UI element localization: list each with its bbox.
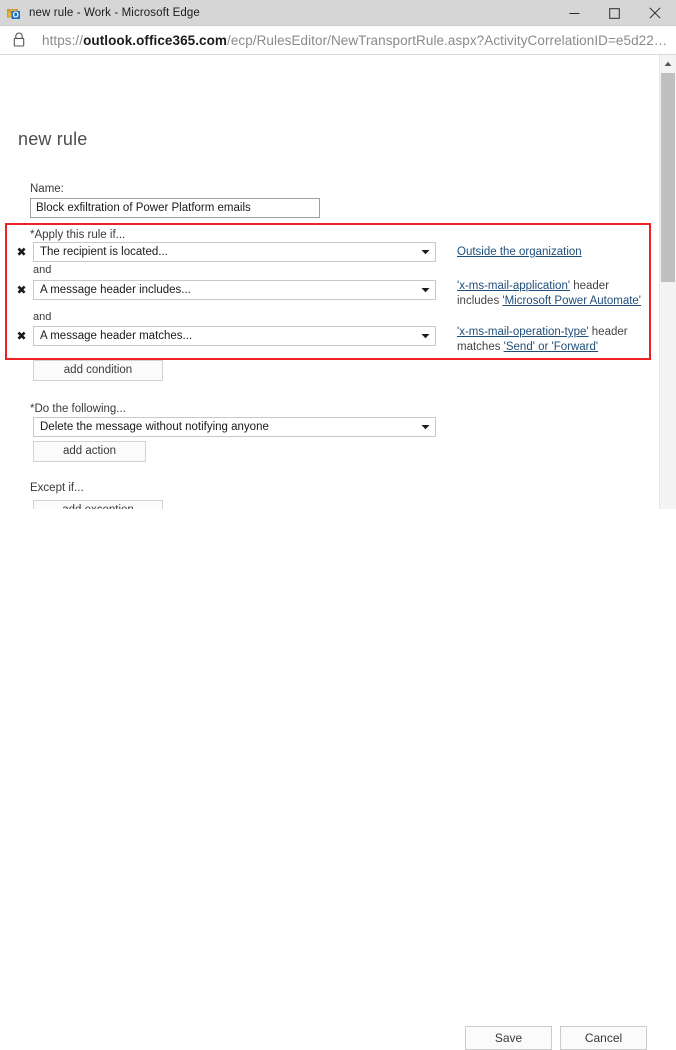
condition-select-2[interactable]: A message header includes... <box>33 280 436 300</box>
condition-description-1: Outside the organization <box>457 245 649 260</box>
chevron-down-icon <box>420 422 431 433</box>
and-separator-1: and <box>33 264 52 276</box>
window-title: new rule - Work - Microsoft Edge <box>29 6 200 19</box>
condition-link-3-2[interactable]: 'Send' or 'Forward' <box>504 341 598 353</box>
minimize-button[interactable] <box>554 0 594 26</box>
condition-description-3: 'x-ms-mail-operation-type' header matche… <box>457 325 649 355</box>
new-rule-form: Name: *Apply this rule if... ✖ The recip… <box>0 55 652 562</box>
url-text: https://outlook.office365.com/ecp/RulesE… <box>42 33 667 48</box>
condition-link-3-0[interactable]: 'x-ms-mail-operation-type' <box>457 326 589 338</box>
condition-select-3-value: A message header matches... <box>40 330 193 342</box>
and-separator-2: and <box>33 311 52 323</box>
page-content: new rule Name: *Apply this rule if... ✖ … <box>0 55 676 562</box>
condition-select-2-value: A message header includes... <box>40 284 191 296</box>
do-following-label: *Do the following... <box>30 403 126 415</box>
condition-select-1-value: The recipient is located... <box>40 246 168 258</box>
condition-link-2-2[interactable]: 'Microsoft Power Automate' <box>502 295 641 307</box>
delete-condition-icon-1[interactable]: ✖ <box>15 242 28 262</box>
delete-condition-icon-2[interactable]: ✖ <box>15 280 28 300</box>
cancel-button[interactable]: Cancel <box>560 1026 647 1050</box>
address-bar[interactable]: https://outlook.office365.com/ecp/RulesE… <box>0 26 676 55</box>
url-scheme: https:// <box>42 32 84 48</box>
url-domain: outlook.office365.com <box>83 32 228 48</box>
name-label: Name: <box>30 183 64 195</box>
condition-select-3[interactable]: A message header matches... <box>33 326 436 346</box>
window-titlebar: O new rule - Work - Microsoft Edge <box>0 0 676 26</box>
action-select-value: Delete the message without notifying any… <box>40 421 269 433</box>
delete-condition-icon-3[interactable]: ✖ <box>15 326 28 346</box>
outlook-envelope-icon: O <box>6 5 22 21</box>
condition-link-1-0[interactable]: Outside the organization <box>457 246 582 258</box>
url-path: /ecp/RulesEditor/NewTransportRule.aspx?A… <box>227 32 668 48</box>
close-button[interactable] <box>634 0 676 26</box>
condition-link-2-0[interactable]: 'x-ms-mail-application' <box>457 280 570 292</box>
condition-select-1[interactable]: The recipient is located... <box>33 242 436 262</box>
scroll-up-arrow-icon[interactable] <box>660 55 676 72</box>
except-if-label: Except if... <box>30 482 84 494</box>
dialog-footer: Save Cancel <box>0 509 676 1050</box>
scrollbar-thumb[interactable] <box>661 73 675 282</box>
svg-text:O: O <box>13 10 19 19</box>
condition-description-2: 'x-ms-mail-application' header includes … <box>457 279 649 309</box>
chevron-down-icon <box>420 331 431 342</box>
rule-name-input[interactable] <box>30 198 320 218</box>
apply-rule-label: *Apply this rule if... <box>30 229 126 241</box>
add-condition-button[interactable]: add condition <box>33 360 163 381</box>
vertical-scrollbar[interactable] <box>659 55 676 562</box>
edge-browser-window: O new rule - Work - Microsoft Edge https… <box>0 0 676 1050</box>
maximize-button[interactable] <box>594 0 634 26</box>
window-controls <box>554 0 676 26</box>
action-select[interactable]: Delete the message without notifying any… <box>33 417 436 437</box>
chevron-down-icon <box>420 247 431 258</box>
save-button[interactable]: Save <box>465 1026 552 1050</box>
padlock-icon <box>12 31 28 49</box>
chevron-down-icon <box>420 285 431 296</box>
add-action-button[interactable]: add action <box>33 441 146 462</box>
